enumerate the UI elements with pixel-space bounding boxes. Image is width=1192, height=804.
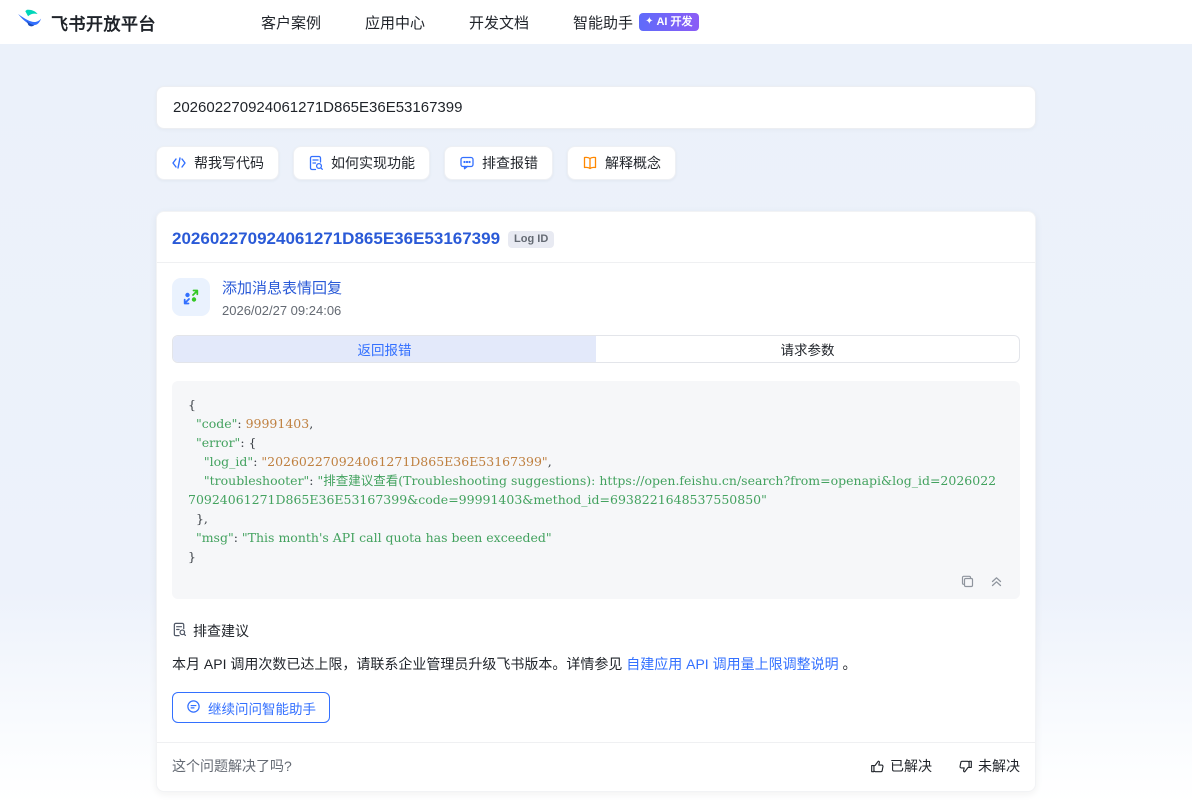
nav-item-app-center[interactable]: 应用中心 bbox=[365, 12, 425, 33]
tab-request-params[interactable]: 请求参数 bbox=[596, 336, 1019, 362]
log-id-title[interactable]: 202602270924061271D865E36E53167399 bbox=[172, 229, 500, 249]
doc-search-icon bbox=[172, 622, 187, 640]
nav-item-customer-cases[interactable]: 客户案例 bbox=[261, 12, 321, 33]
copy-icon[interactable] bbox=[960, 574, 975, 589]
quick-action-label: 帮我写代码 bbox=[194, 155, 264, 171]
ai-dev-badge-label: AI 开发 bbox=[656, 16, 693, 28]
top-navbar: 飞书开放平台 客户案例 应用中心 开发文档 智能助手 ✦ AI 开发 bbox=[0, 0, 1192, 44]
resolved-button[interactable]: 已解决 bbox=[870, 756, 932, 776]
nav-item-label: 智能助手 bbox=[573, 14, 634, 32]
log-result-card: 202602270924061271D865E36E53167399 Log I… bbox=[156, 211, 1036, 792]
doc-search-icon bbox=[308, 155, 324, 171]
code-line: "log_id": "202602270924061271D865E36E531… bbox=[203, 454, 552, 469]
brand-logo[interactable]: 飞书开放平台 bbox=[16, 6, 156, 38]
code-line: "code": 99991403, bbox=[195, 416, 314, 431]
quick-action-label: 解释概念 bbox=[605, 155, 661, 171]
feedback-actions: 已解决 未解决 bbox=[870, 756, 1020, 776]
tab-error-response[interactable]: 返回报错 bbox=[173, 336, 596, 362]
code-line: "error": { bbox=[195, 435, 257, 450]
brand-name: 飞书开放平台 bbox=[51, 14, 156, 34]
unresolved-button[interactable]: 未解决 bbox=[958, 756, 1020, 776]
api-transfer-icon bbox=[172, 278, 210, 316]
quick-action-label: 如何实现功能 bbox=[331, 155, 415, 171]
suggestion-text-before: 本月 API 调用次数已达上限，请联系企业管理员升级飞书版本。详情参见 bbox=[172, 656, 627, 672]
main-background: 帮我写代码 如何实现功能 bbox=[0, 44, 1192, 804]
api-info-text: 添加消息表情回复 2026/02/27 09:24:06 bbox=[222, 278, 342, 318]
unresolved-label: 未解决 bbox=[978, 758, 1020, 774]
code-toolbar bbox=[188, 574, 1004, 589]
feedback-question: 这个问题解决了吗? bbox=[172, 758, 292, 774]
card-header: 202602270924061271D865E36E53167399 Log I… bbox=[157, 212, 1035, 262]
how-to-implement-button[interactable]: 如何实现功能 bbox=[293, 146, 430, 180]
nav-item-label: 开发文档 bbox=[469, 14, 530, 32]
quick-action-label: 排查报错 bbox=[482, 155, 538, 171]
api-info-row: 添加消息表情回复 2026/02/27 09:24:06 bbox=[172, 278, 1020, 318]
api-timestamp: 2026/02/27 09:24:06 bbox=[222, 303, 342, 318]
suggestion-text-after: 。 bbox=[838, 656, 857, 672]
content-container: 帮我写代码 如何实现功能 bbox=[156, 44, 1036, 792]
collapse-icon[interactable] bbox=[989, 574, 1004, 589]
explain-concept-button[interactable]: 解释概念 bbox=[567, 146, 676, 180]
code-line: }, bbox=[188, 511, 208, 526]
code-line: "troubleshooter": "排查建议查看(Troubleshootin… bbox=[188, 473, 997, 507]
ask-ai-assistant-button[interactable]: 继续问问智能助手 bbox=[172, 692, 330, 723]
log-id-badge: Log ID bbox=[508, 230, 555, 248]
resolved-label: 已解决 bbox=[890, 758, 932, 774]
nav-menu: 客户案例 应用中心 开发文档 智能助手 ✦ AI 开发 bbox=[261, 12, 699, 33]
chat-bubble-icon bbox=[459, 155, 475, 171]
error-code-block: { "code": 99991403, "error": { "log_id":… bbox=[172, 381, 1020, 599]
page: 飞书开放平台 客户案例 应用中心 开发文档 智能助手 ✦ AI 开发 20260… bbox=[0, 0, 1192, 804]
message-circle-icon bbox=[186, 699, 201, 717]
card-body: 添加消息表情回复 2026/02/27 09:24:06 返回报错 请求参数 {… bbox=[157, 263, 1035, 723]
nav-item-dev-docs[interactable]: 开发文档 bbox=[469, 12, 529, 33]
card-footer: 这个问题解决了吗? 已解决 未解决 bbox=[157, 743, 1035, 791]
code-line: "msg": "This month's API call quota has … bbox=[195, 530, 552, 545]
ask-ai-assistant-label: 继续问问智能助手 bbox=[208, 701, 316, 717]
quick-actions-row: 帮我写代码 如何实现功能 排查报错 解释概念 bbox=[156, 146, 1036, 180]
code-icon bbox=[171, 155, 187, 171]
write-code-button[interactable]: 帮我写代码 bbox=[156, 146, 279, 180]
code-block-content: { "code": 99991403, "error": { "log_id":… bbox=[188, 395, 1004, 566]
suggestion-heading: 排查建议 bbox=[172, 621, 1020, 641]
sparkle-icon: ✦ bbox=[645, 16, 654, 27]
footer-wrap: 这个问题解决了吗? 已解决 未解决 bbox=[157, 742, 1035, 791]
troubleshoot-error-button[interactable]: 排查报错 bbox=[444, 146, 553, 180]
code-line: { bbox=[188, 397, 196, 412]
suggestion-text: 本月 API 调用次数已达上限，请联系企业管理员升级飞书版本。详情参见 自建应用… bbox=[172, 653, 1020, 675]
nav-item-label: 客户案例 bbox=[261, 14, 322, 32]
search-input[interactable] bbox=[156, 86, 1036, 129]
nav-item-label: 应用中心 bbox=[365, 14, 426, 32]
code-line: } bbox=[188, 549, 196, 564]
quota-adjust-doc-link[interactable]: 自建应用 API 调用量上限调整说明 bbox=[626, 656, 838, 672]
thumbs-up-icon bbox=[870, 759, 885, 774]
book-icon bbox=[582, 155, 598, 171]
nav-item-ai-assistant[interactable]: 智能助手 ✦ AI 开发 bbox=[573, 12, 699, 33]
suggestion-heading-label: 排查建议 bbox=[193, 623, 249, 639]
thumbs-down-icon bbox=[958, 759, 973, 774]
result-tab-bar: 返回报错 请求参数 bbox=[172, 335, 1020, 363]
ai-dev-badge: ✦ AI 开发 bbox=[639, 13, 699, 31]
feishu-logo-icon bbox=[16, 6, 43, 38]
api-name-link[interactable]: 添加消息表情回复 bbox=[222, 279, 342, 299]
